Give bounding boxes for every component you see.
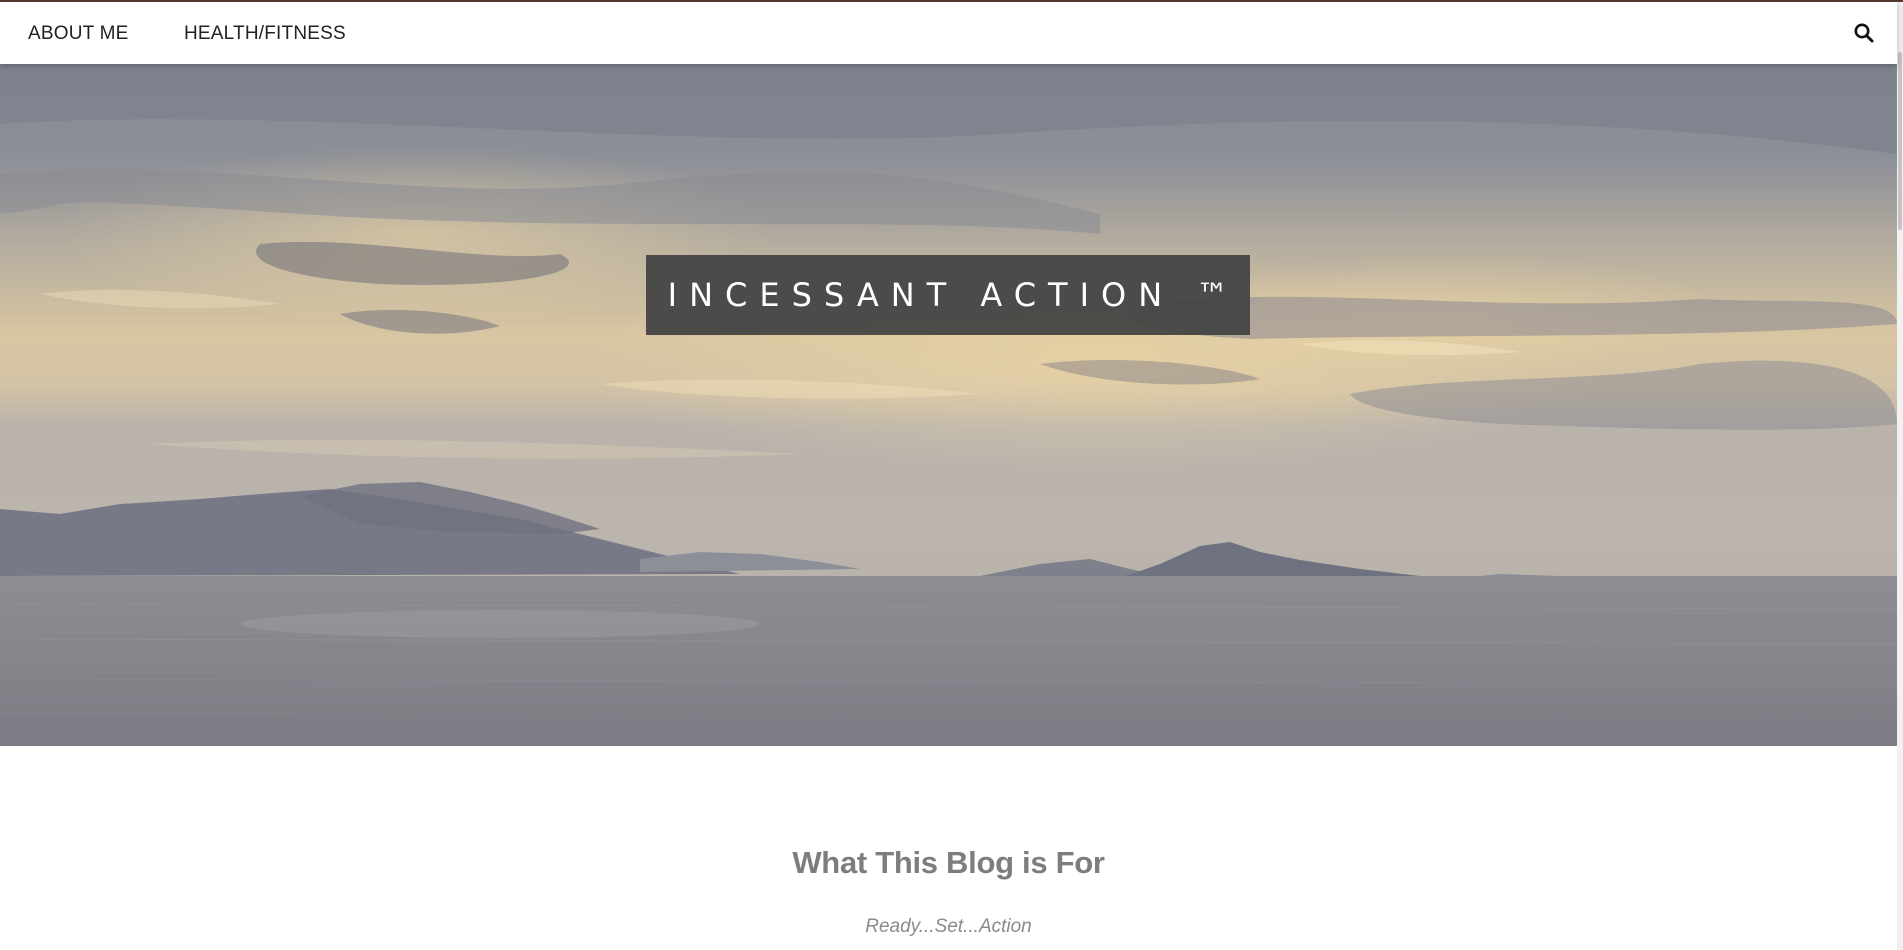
page-scrollbar[interactable] [1897,2,1903,950]
post-tagline: Ready...Set...Action [865,916,1032,937]
search-icon[interactable] [1853,22,1875,44]
top-navigation: ABOUT ME HEALTH/FITNESS [0,2,1897,64]
nav-item-about-me[interactable]: ABOUT ME [28,2,129,64]
scrollbar-thumb[interactable] [1898,52,1902,230]
site-title-box[interactable]: INCESSANT ACTION ™ [646,255,1250,335]
site-title[interactable]: INCESSANT ACTION ™ [656,276,1241,314]
post-title[interactable]: What This Blog is For [0,845,1897,881]
page: ABOUT ME HEALTH/FITNESS INCESSANT ACTION… [0,0,1903,950]
hero-banner: INCESSANT ACTION ™ [0,64,1897,746]
nav-item-health-fitness[interactable]: HEALTH/FITNESS [184,2,346,64]
main-content: What This Blog is For Ready...Set...Acti… [0,746,1897,950]
hero-image [0,64,1897,746]
